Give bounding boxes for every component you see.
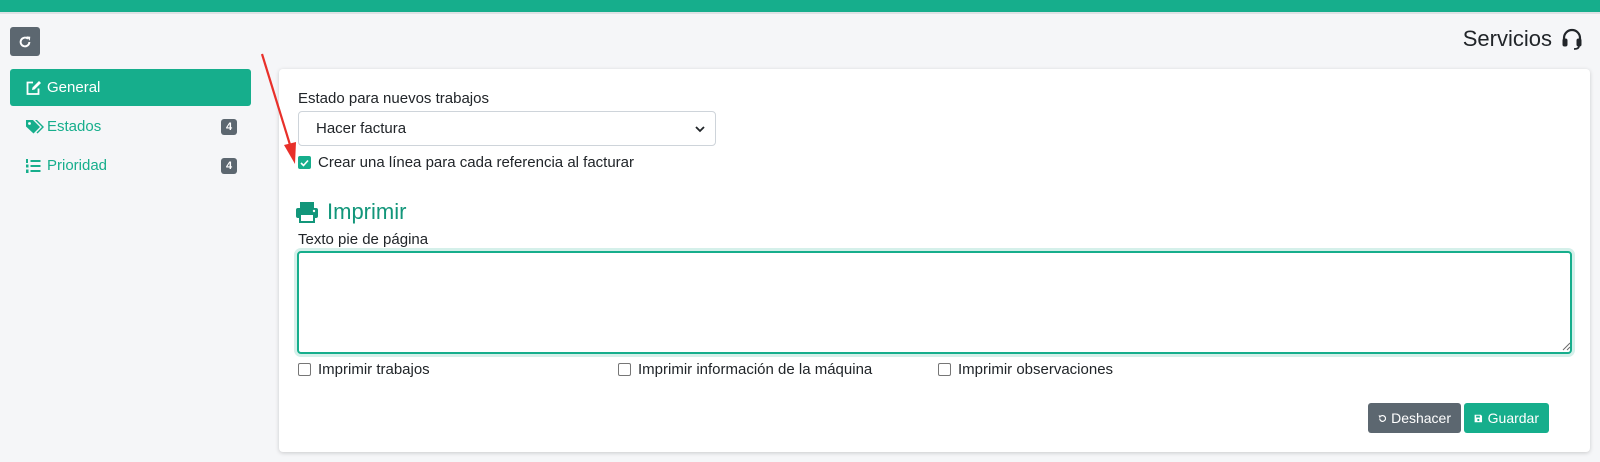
chevron-down-icon: [695, 125, 705, 132]
print-jobs-checkbox[interactable]: [298, 363, 311, 376]
page-title: Servicios: [1463, 26, 1584, 52]
print-notes-option: Imprimir observaciones: [938, 361, 1113, 378]
print-section-title-text: Imprimir: [327, 199, 407, 224]
sidebar-item-general[interactable]: General: [10, 69, 251, 106]
check-icon: [300, 159, 309, 167]
print-jobs-label: Imprimir trabajos: [318, 361, 430, 378]
sidebar-item-estados[interactable]: Estados 4: [10, 108, 251, 145]
tags-icon: [25, 119, 45, 135]
line-per-ref-label: Crear una línea para cada referencia al …: [318, 154, 635, 171]
footer-text-input[interactable]: [297, 251, 1572, 354]
save-button[interactable]: Guardar: [1464, 403, 1549, 433]
footer-text-label: Texto pie de página: [298, 231, 429, 248]
headset-icon: [1562, 28, 1582, 50]
resize-handle-icon[interactable]: [1562, 342, 1571, 351]
sidebar-item-label: General: [47, 79, 101, 96]
save-button-label: Guardar: [1487, 410, 1539, 426]
printer-icon: [296, 202, 318, 223]
sidebar-item-label: Estados: [47, 118, 102, 135]
settings-card: Estado para nuevos trabajos Hacer factur…: [279, 69, 1590, 452]
print-machine-label: Imprimir información de la máquina: [638, 361, 873, 378]
list-ol-icon: [25, 158, 45, 174]
sidebar-item-label: Prioridad: [47, 157, 108, 174]
line-per-ref-option: Crear una línea para cada referencia al …: [298, 154, 634, 171]
count-badge: 4: [221, 157, 237, 174]
save-icon: [1474, 414, 1483, 422]
status-label: Estado para nuevos trabajos: [298, 90, 489, 107]
refresh-button[interactable]: [10, 27, 40, 56]
annotation-arrow: [260, 53, 296, 164]
page-title-text: Servicios: [1462, 26, 1552, 51]
sidebar: General Estados 4 Prioridad 4: [10, 69, 251, 186]
sidebar-item-prioridad[interactable]: Prioridad 4: [10, 147, 251, 184]
undo-button[interactable]: Deshacer: [1368, 403, 1461, 433]
print-machine-option: Imprimir información de la máquina: [618, 361, 872, 378]
status-select-value: Hacer factura: [316, 120, 407, 137]
undo-button-label: Deshacer: [1391, 410, 1451, 426]
status-select[interactable]: Hacer factura: [298, 111, 716, 146]
top-accent-bar: [0, 0, 1600, 12]
print-machine-checkbox[interactable]: [618, 363, 631, 376]
count-badge: 4: [221, 118, 237, 135]
print-notes-checkbox[interactable]: [938, 363, 951, 376]
undo-icon: [1378, 414, 1387, 422]
top-bar-divider: [0, 12, 1600, 14]
refresh-icon: [19, 35, 31, 47]
print-jobs-option: Imprimir trabajos: [298, 361, 430, 378]
edit-icon: [25, 80, 45, 96]
print-notes-label: Imprimir observaciones: [958, 361, 1114, 378]
print-section-title: Imprimir: [295, 199, 406, 225]
